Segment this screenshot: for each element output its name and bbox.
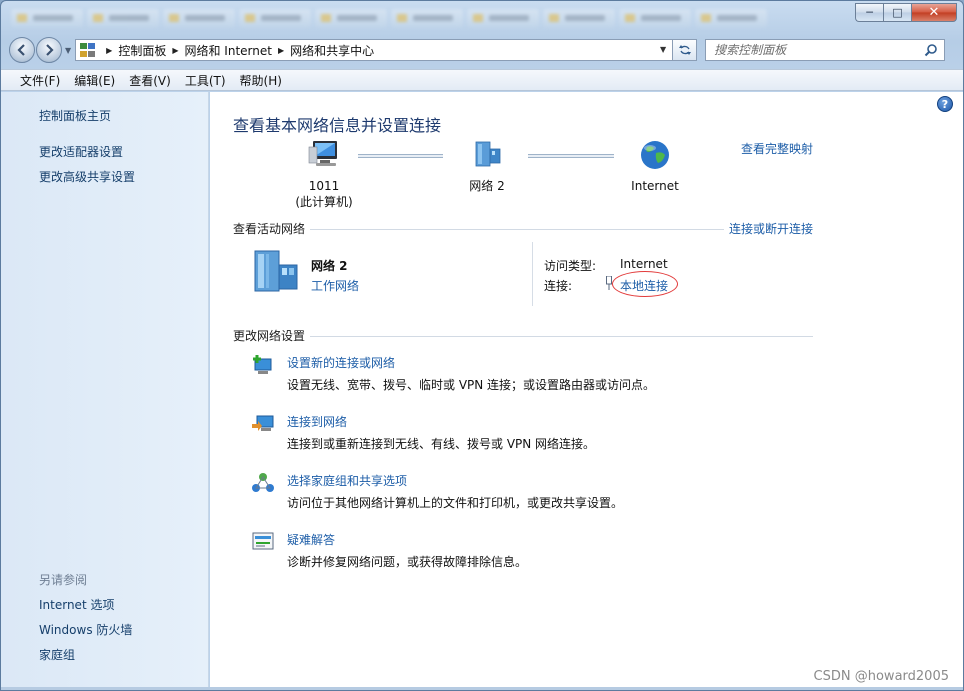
search-box[interactable] [705, 39, 946, 61]
address-bar[interactable]: ▶ 控制面板 ▶ 网络和 Internet ▶ 网络和共享中心 ▼ [75, 39, 674, 61]
maximize-button[interactable]: □ [883, 3, 911, 22]
background-tabs [1, 1, 851, 35]
breadcrumb-control-panel[interactable]: 控制面板 [118, 42, 166, 59]
menu-file[interactable]: 文件(F) [13, 72, 67, 89]
section-divider [310, 336, 813, 337]
task-troubleshoot-link[interactable]: 疑难解答 [287, 531, 335, 548]
new-connection-icon [253, 355, 272, 374]
menu-help[interactable]: 帮助(H) [233, 72, 289, 89]
task-homegroup-desc: 访问位于其他网络计算机上的文件和打印机，或更改共享设置。 [287, 496, 624, 510]
menu-edit[interactable]: 编辑(E) [67, 72, 122, 89]
task-connect-network-link[interactable]: 连接到网络 [287, 413, 347, 430]
background-tab [11, 9, 83, 27]
network-icon [475, 141, 501, 167]
menu-view[interactable]: 查看(V) [122, 72, 178, 89]
caption-buttons: ─ □ ✕ [855, 3, 957, 22]
breadcrumb-separator[interactable]: ▶ [278, 46, 284, 55]
watermark: CSDN @howard2005 [813, 669, 949, 684]
task-troubleshoot-desc: 诊断并修复网络问题，或获得故障排除信息。 [287, 555, 528, 569]
see-also-label: 另请参阅 [39, 573, 88, 587]
refresh-icon [678, 45, 691, 55]
window: ─ □ ✕ ▼ ▶ 控制面板 ▶ 网络和 Internet ▶ 网络和共享中心 … [0, 0, 964, 691]
background-tab [163, 9, 235, 27]
section-divider [310, 229, 724, 230]
window-bottom-border [1, 687, 963, 690]
sidebar-link-windows-firewall[interactable]: Windows 防火墙 [39, 621, 132, 638]
access-type-value: Internet [620, 257, 668, 271]
close-button[interactable]: ✕ [911, 3, 957, 22]
node-label: 网络 2 [469, 179, 505, 193]
node-label: Internet [631, 179, 679, 193]
network-building-icon [254, 250, 298, 292]
sidebar-link-adapter-settings[interactable]: 更改适配器设置 [39, 143, 123, 160]
background-tab [467, 9, 539, 27]
background-tab [391, 9, 463, 27]
change-settings-heading: 更改网络设置 [233, 329, 306, 343]
sidebar-link-advanced-sharing[interactable]: 更改高级共享设置 [39, 168, 135, 185]
forward-arrow-icon [46, 44, 54, 56]
sidebar: 控制面板主页 更改适配器设置 更改高级共享设置 另请参阅 Internet 选项… [1, 92, 209, 690]
forward-button[interactable] [36, 37, 62, 63]
menu-bar: 文件(F) 编辑(E) 查看(V) 工具(T) 帮助(H) [1, 69, 963, 91]
background-tab [619, 9, 691, 27]
background-tab [239, 9, 311, 27]
background-tab [695, 9, 767, 27]
navigation-bar: ▼ ▶ 控制面板 ▶ 网络和 Internet ▶ 网络和共享中心 ▼ [9, 37, 955, 63]
background-tab [87, 9, 159, 27]
network-type-link[interactable]: 工作网络 [311, 277, 359, 294]
connector-line [358, 154, 443, 158]
homegroup-icon [252, 473, 274, 492]
node-internet[interactable]: Internet [620, 139, 690, 194]
active-networks-heading: 查看活动网络 [233, 222, 306, 236]
background-tab [315, 9, 387, 27]
help-icon[interactable]: ? [937, 96, 953, 112]
control-panel-icon [80, 43, 96, 57]
task-setup-connection-desc: 设置无线、宽带、拨号、临时或 VPN 连接；或设置路由器或访问点。 [287, 378, 656, 392]
breadcrumb-network-internet[interactable]: 网络和 Internet [184, 42, 271, 59]
background-tab [543, 9, 615, 27]
computer-icon [308, 141, 337, 166]
search-input[interactable] [714, 43, 915, 57]
connector-line [528, 154, 614, 158]
back-arrow-icon [17, 44, 25, 56]
breadcrumb-network-sharing-center[interactable]: 网络和共享中心 [290, 42, 374, 59]
breadcrumb-separator[interactable]: ▶ [172, 46, 178, 55]
node-sublabel: (此计算机) [295, 195, 353, 209]
task-connect-network-desc: 连接到或重新连接到无线、有线、拨号或 VPN 网络连接。 [287, 437, 596, 451]
connect-network-icon [252, 415, 274, 431]
sidebar-link-control-panel-home[interactable]: 控制面板主页 [39, 107, 111, 124]
access-type-label: 访问类型: [544, 259, 597, 273]
troubleshoot-icon [252, 532, 274, 550]
main-content: ? 查看基本网络信息并设置连接 查看完整映射 1011 (此计算机) 网络 2 … [210, 92, 963, 690]
refresh-button[interactable] [673, 39, 698, 61]
breadcrumb-separator[interactable]: ▶ [106, 46, 112, 55]
task-homegroup-link[interactable]: 选择家庭组和共享选项 [287, 472, 407, 489]
sidebar-link-homegroup[interactable]: 家庭组 [39, 646, 75, 663]
node-label: 1011 [308, 179, 340, 193]
connection-label: 连接: [544, 279, 573, 293]
node-network[interactable]: 网络 2 [452, 139, 522, 194]
highlight-oval [612, 271, 678, 297]
address-dropdown-icon[interactable]: ▼ [660, 45, 666, 54]
connect-disconnect-link[interactable]: 连接或断开连接 [729, 220, 813, 237]
menu-tools[interactable]: 工具(T) [178, 72, 233, 89]
page-title: 查看基本网络信息并设置连接 [233, 116, 442, 135]
vertical-divider [532, 242, 533, 306]
globe-icon [641, 141, 669, 169]
recent-pages-dropdown[interactable]: ▼ [65, 46, 71, 55]
active-network-name: 网络 2 [311, 259, 348, 273]
node-this-computer[interactable]: 1011 (此计算机) [288, 139, 360, 210]
back-button[interactable] [9, 37, 35, 63]
search-icon[interactable] [924, 43, 938, 57]
task-setup-connection-link[interactable]: 设置新的连接或网络 [287, 354, 395, 371]
view-full-map-link[interactable]: 查看完整映射 [741, 140, 813, 157]
minimize-button[interactable]: ─ [855, 3, 883, 22]
sidebar-link-internet-options[interactable]: Internet 选项 [39, 596, 114, 613]
